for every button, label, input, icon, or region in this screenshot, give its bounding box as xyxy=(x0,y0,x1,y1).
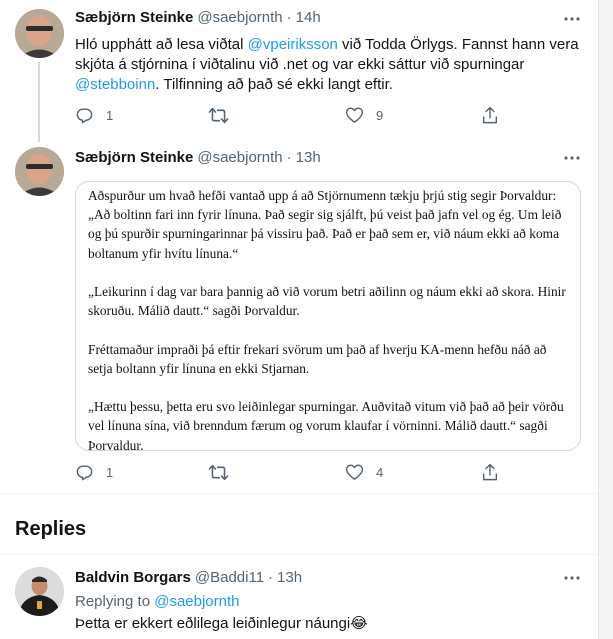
avatar[interactable] xyxy=(15,147,64,196)
share-button[interactable] xyxy=(481,461,499,483)
timestamp[interactable]: 13h xyxy=(277,569,302,586)
author-handle[interactable]: @saebjornth xyxy=(197,9,282,26)
timestamp[interactable]: 14h xyxy=(296,9,321,26)
tweet-actions: 1 4 xyxy=(75,461,585,483)
author-name[interactable]: Sæbjörn Steinke xyxy=(75,149,193,166)
author-name[interactable]: Baldvin Borgars xyxy=(75,569,191,586)
share-button[interactable] xyxy=(481,104,499,126)
thread-line xyxy=(38,62,40,142)
tweet-1[interactable]: Sæbjörn Steinke @saebjornth · 14h Hló up… xyxy=(0,0,598,142)
reply-count: 1 xyxy=(106,107,114,123)
retweet-icon xyxy=(208,107,229,123)
reply-count: 1 xyxy=(106,464,114,480)
like-button[interactable]: 4 xyxy=(345,461,383,483)
replies-heading: Replies xyxy=(15,518,87,540)
mention-link[interactable]: @vpeiriksson xyxy=(248,36,338,53)
tweet-text: Hló upphátt að lesa viðtal @vpeiriksson … xyxy=(75,35,585,95)
tweet-text-part: Hló upphátt að lesa viðtal xyxy=(75,36,248,53)
timestamp[interactable]: 13h xyxy=(296,149,321,166)
reply-button[interactable]: 1 xyxy=(75,104,113,126)
retweet-icon xyxy=(208,464,229,480)
tweet-text-part: . Tilfinning að það sé ekki langt eftir. xyxy=(155,76,393,93)
avatar[interactable] xyxy=(15,9,64,58)
quote-paragraph: Aðspurður um hvað hefði vantað upp á að … xyxy=(88,188,562,261)
author-handle[interactable]: @Baddi11 xyxy=(195,569,264,586)
more-icon[interactable] xyxy=(563,10,581,28)
replying-to-label: Replying to xyxy=(75,593,155,610)
separator-dot: · xyxy=(268,569,274,586)
retweet-button[interactable] xyxy=(208,104,241,126)
share-icon xyxy=(482,106,498,123)
avatar[interactable] xyxy=(15,567,64,616)
like-button[interactable]: 9 xyxy=(345,104,383,126)
share-icon xyxy=(482,463,498,480)
reply-icon xyxy=(76,464,93,480)
like-count: 9 xyxy=(376,107,384,123)
reply-button[interactable]: 1 xyxy=(75,461,113,483)
separator-dot: · xyxy=(286,9,292,26)
author-name[interactable]: Sæbjörn Steinke xyxy=(75,9,193,26)
more-icon[interactable] xyxy=(563,149,581,167)
quote-paragraph: Fréttamaður impraði þá eftir frekari svö… xyxy=(88,341,547,376)
heart-icon xyxy=(345,107,364,123)
avatar-image xyxy=(15,567,64,616)
scrollbar-track[interactable] xyxy=(598,0,613,639)
quote-paragraph: „Leikurinn í dag var bara þannig að við … xyxy=(88,284,566,319)
avatar-image xyxy=(15,147,64,196)
heart-icon xyxy=(345,464,364,480)
more-icon[interactable] xyxy=(563,569,581,587)
reply-icon xyxy=(76,107,93,123)
replying-to: Replying to @saebjornth xyxy=(75,593,240,610)
mention-link[interactable]: @saebjornth xyxy=(154,593,239,610)
like-count: 4 xyxy=(376,464,384,480)
avatar-image xyxy=(15,9,64,58)
mention-link[interactable]: @stebboinn xyxy=(75,76,155,93)
retweet-button[interactable] xyxy=(208,461,241,483)
divider xyxy=(0,493,598,494)
author-handle[interactable]: @saebjornth xyxy=(197,149,282,166)
reply-text: Þetta er ekkert eðlilega leiðinlegur náu… xyxy=(75,615,368,632)
separator-dot: · xyxy=(286,149,292,166)
tweet-actions: 1 9 xyxy=(75,104,585,126)
quoted-article-image[interactable]: Aðspurður um hvað hefði vantað upp á að … xyxy=(75,181,581,453)
quote-paragraph: „Hættu þessu, þetta eru svo leiðinlegar … xyxy=(88,399,564,453)
